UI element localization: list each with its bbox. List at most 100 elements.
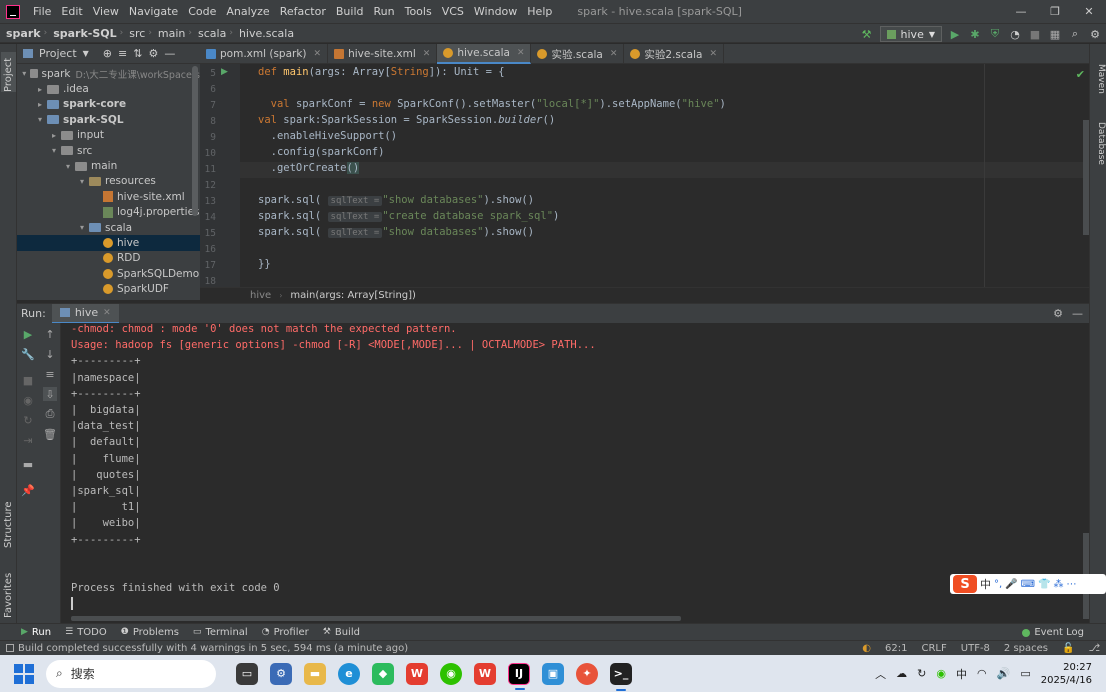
cloud-icon[interactable]: ☁ <box>896 667 907 680</box>
tree-item[interactable]: ▾ src <box>17 143 200 158</box>
tool-tab-terminal[interactable]: ▭ Terminal <box>186 627 255 638</box>
crumb-object[interactable]: hive <box>250 290 271 301</box>
hide-icon[interactable]: — <box>1072 307 1083 320</box>
chevron-up-icon[interactable]: ︿ <box>875 666 886 682</box>
tree-item[interactable]: ▸ input <box>17 128 200 143</box>
edge-browser-icon[interactable]: e <box>338 662 360 685</box>
menu-refactor[interactable]: Refactor <box>275 0 331 23</box>
close-icon[interactable]: ✕ <box>517 48 525 58</box>
menu-analyze[interactable]: Analyze <box>221 0 274 23</box>
menu-file[interactable]: File <box>28 0 56 23</box>
inspection-ok-icon[interactable]: ✔ <box>1076 68 1085 81</box>
editor-scrollbar[interactable] <box>1083 120 1089 235</box>
locate-icon[interactable]: ⊕ <box>103 47 112 60</box>
tree-item[interactable]: ▾ main <box>17 158 200 173</box>
windows-start-icon[interactable] <box>14 663 34 684</box>
stop-icon[interactable]: ■ <box>1028 27 1042 41</box>
tree-item[interactable]: ▸ spark-core <box>17 97 200 112</box>
git-icon[interactable]: ⎇ <box>1088 643 1100 654</box>
tool-tab-run[interactable]: ▶ Run <box>14 627 58 638</box>
build-hammer-icon[interactable]: ⚒ <box>860 27 874 41</box>
exit-icon[interactable]: ⇥ <box>21 433 35 447</box>
green-app-icon[interactable]: ◆ <box>372 662 394 685</box>
caret-position[interactable]: 62:1 <box>885 643 907 654</box>
settings-icon[interactable]: ⚙ <box>1088 27 1102 41</box>
close-icon[interactable]: ✕ <box>709 49 717 59</box>
wrench-icon[interactable]: 🔧 <box>21 347 35 361</box>
database-tool-button[interactable]: Database <box>1091 122 1106 172</box>
menu-run[interactable]: Run <box>369 0 400 23</box>
indent-setting[interactable]: 2 spaces <box>1004 643 1048 654</box>
tool-tab-problems[interactable]: ❶ Problems <box>114 627 186 638</box>
profile-icon[interactable]: ◔ <box>1008 27 1022 41</box>
favorites-tool-button[interactable]: Favorites <box>1 562 16 618</box>
gear-icon[interactable]: ⚙ <box>148 47 158 60</box>
run-gutter-icon[interactable]: ▶ <box>221 67 228 77</box>
breadcrumb-item[interactable]: hive.scala <box>233 27 297 40</box>
red-app-icon[interactable]: ✦ <box>576 662 598 685</box>
close-button[interactable]: ✕ <box>1072 0 1106 23</box>
lock-icon[interactable]: 🔓 <box>1062 643 1074 654</box>
intellij-taskbar-icon[interactable]: IJ <box>508 662 530 690</box>
arrow-up-icon[interactable]: ↑ <box>43 327 57 341</box>
menu-help[interactable]: Help <box>522 0 557 23</box>
rerun-icon[interactable]: ▶ <box>21 327 35 341</box>
blue-app-icon[interactable]: ▣ <box>542 662 564 685</box>
print-icon[interactable]: ⎙ <box>43 407 57 421</box>
clock[interactable]: 20:27 2025/4/16 <box>1041 661 1092 687</box>
editor-tab[interactable]: hive-site.xml ✕ <box>328 44 438 64</box>
input-indicator-icon[interactable]: 中 <box>956 666 967 682</box>
scroll-to-end-icon[interactable]: ⇩ <box>43 387 57 401</box>
status-message[interactable]: Build completed successfully with 4 warn… <box>18 643 408 654</box>
chevron-down-icon[interactable]: ▾ <box>63 162 73 171</box>
tree-item[interactable]: hive-site.xml <box>17 189 200 204</box>
tree-item[interactable]: ▸ .idea <box>17 81 200 96</box>
minimize-button[interactable]: — <box>1004 0 1038 23</box>
stop-icon[interactable]: ■ <box>21 373 35 387</box>
wechat-icon[interactable]: ◉ <box>440 662 462 685</box>
code-editor[interactable]: 5 6 7 8 9 10 11 12 13 14 15 16 17 18 ▶ def main(args: … <box>200 64 1089 287</box>
restore-button[interactable]: ❐ <box>1038 0 1072 23</box>
run-icon[interactable]: ▶ <box>948 27 962 41</box>
menu-navigate[interactable]: Navigate <box>124 0 183 23</box>
status-toggle-icon[interactable] <box>6 644 14 652</box>
taskbar-search[interactable]: ⌕ 搜索 <box>46 659 216 688</box>
chevron-down-icon[interactable]: ▾ <box>77 223 87 232</box>
skin-icon[interactable]: 👕 <box>1038 579 1050 590</box>
expand-all-icon[interactable]: ≡ <box>118 47 127 60</box>
menu-tools[interactable]: Tools <box>400 0 437 23</box>
event-log-button[interactable]: Event Log <box>1022 624 1084 641</box>
editor-tab[interactable]: 实验.scala ✕ <box>531 44 625 64</box>
menu-view[interactable]: View <box>88 0 124 23</box>
wps-office-icon[interactable]: W <box>474 662 496 685</box>
run-configuration-select[interactable]: hive ▼ <box>879 26 942 42</box>
keyboard-icon[interactable]: ⌨ <box>1021 579 1035 590</box>
ime-toolbar[interactable]: S 中 °, 🎤 ⌨ 👕 ⁂ ⋯ <box>950 574 1106 594</box>
menu-edit[interactable]: Edit <box>56 0 87 23</box>
terminal-taskbar-icon[interactable]: >_ <box>610 662 632 691</box>
run-tab-hive[interactable]: hive ✕ <box>51 303 119 324</box>
soft-wrap-icon[interactable]: ≡ <box>43 367 57 381</box>
tree-item[interactable]: log4j.properties <box>17 205 200 220</box>
menu-build[interactable]: Build <box>331 0 369 23</box>
arrow-down-icon[interactable]: ↓ <box>43 347 57 361</box>
wechat-tray-icon[interactable]: ◉ <box>936 667 946 680</box>
menu-vcs[interactable]: VCS <box>437 0 469 23</box>
collapse-all-icon[interactable]: ⇅ <box>133 47 142 60</box>
file-explorer-icon[interactable]: ▬ <box>304 662 326 685</box>
menu-window[interactable]: Window <box>469 0 522 23</box>
taskview-icon[interactable]: ▭ <box>236 662 258 685</box>
line-separator[interactable]: CRLF <box>922 643 947 654</box>
tree-item[interactable]: SparkSQLDemo <box>17 266 200 281</box>
tree-item[interactable]: ▾ scala <box>17 220 200 235</box>
warning-icon[interactable]: ◐ <box>862 643 871 654</box>
breadcrumb-item[interactable]: scala <box>192 27 229 40</box>
chevron-down-icon[interactable]: ▾ <box>77 177 87 186</box>
chevron-right-icon[interactable]: ▸ <box>49 131 59 140</box>
close-icon[interactable]: ✕ <box>610 49 618 59</box>
project-tool-button[interactable]: Project <box>1 52 16 92</box>
breadcrumb-item[interactable]: spark <box>0 27 44 40</box>
close-icon[interactable]: ✕ <box>103 308 111 318</box>
project-structure-icon[interactable]: ▦ <box>1048 27 1062 41</box>
settings-app-icon[interactable]: ⚙ <box>270 662 292 685</box>
